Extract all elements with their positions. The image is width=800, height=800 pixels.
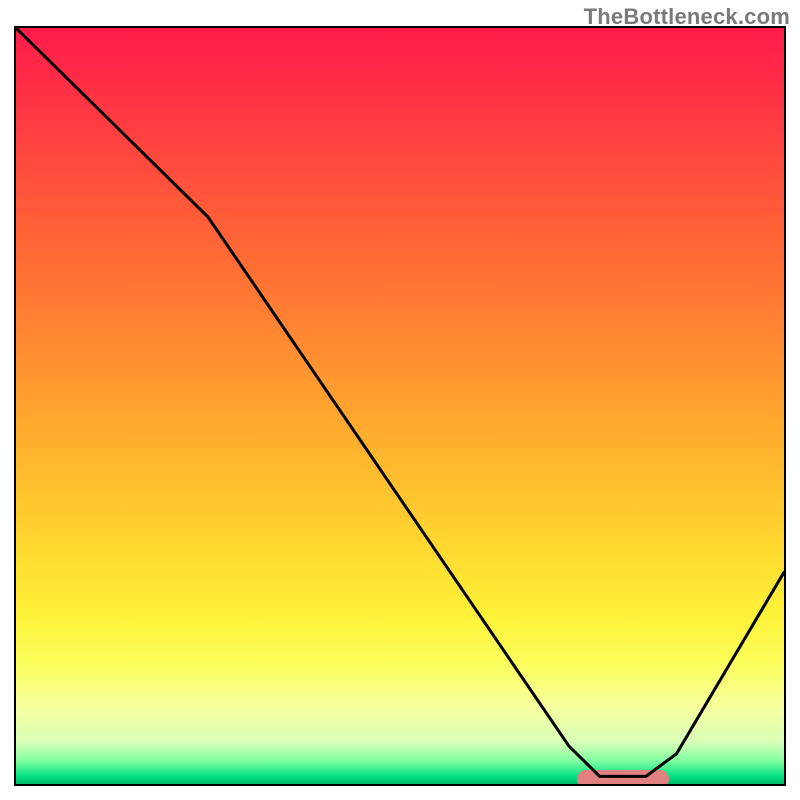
chart-line-layer bbox=[16, 28, 784, 784]
chart-plot-area bbox=[14, 26, 786, 786]
watermark-text: TheBottleneck.com bbox=[584, 4, 790, 30]
bottleneck-curve bbox=[16, 28, 784, 776]
